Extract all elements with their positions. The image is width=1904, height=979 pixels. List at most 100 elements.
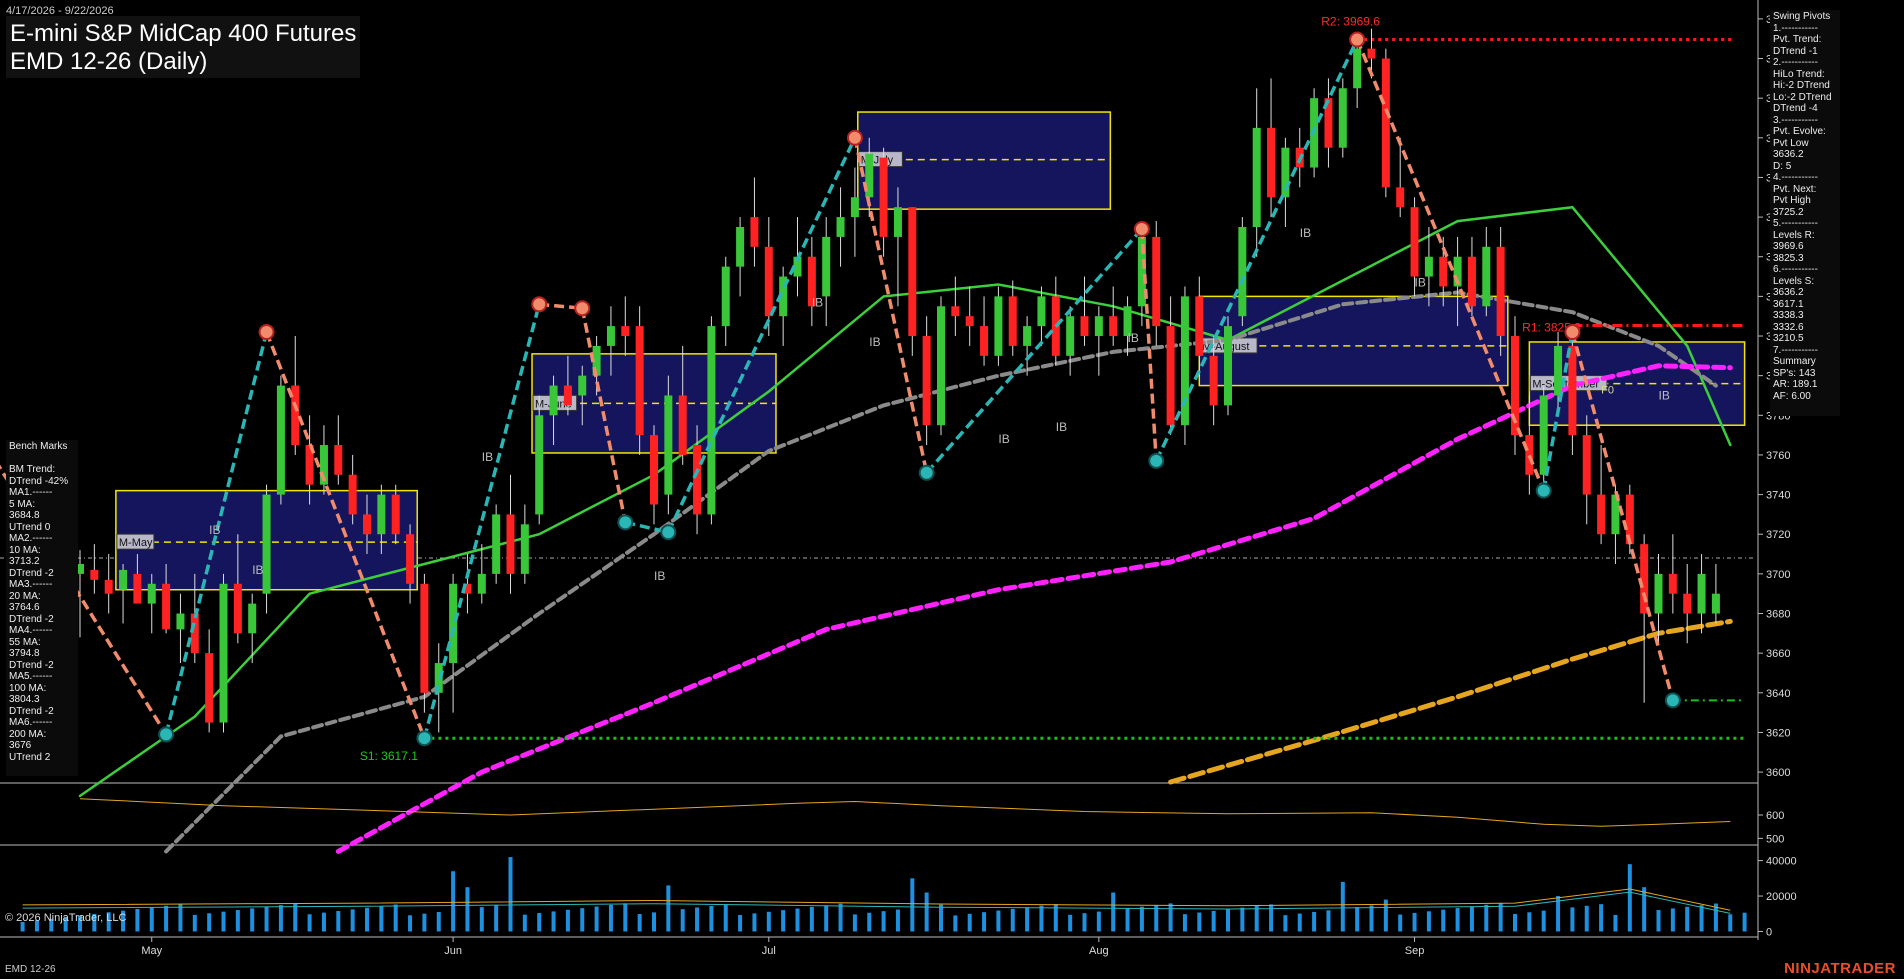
volume-bar — [465, 887, 470, 932]
swing-high-marker — [1349, 31, 1366, 48]
candle-body — [563, 385, 572, 406]
volume-bar — [235, 910, 240, 932]
volume-bar — [852, 914, 857, 932]
price-chart[interactable]: M-MayM-JuneM-JulyM-AugustM-September R2:… — [0, 0, 1904, 979]
volume-bar — [953, 915, 958, 932]
candle-body — [678, 395, 687, 455]
volume-bar — [1599, 904, 1604, 932]
candle-body — [879, 157, 888, 237]
bench-marks-panel: Bench Marks BM Trend: DTrend -42% MA1.----… — [6, 440, 78, 776]
x-tick-label: May — [141, 945, 162, 957]
bench-marks-panel-line: 3804.3 — [9, 694, 40, 705]
swing-high-marker — [846, 129, 863, 146]
swing-pivots-panel-line: Pvt Low — [1773, 137, 1809, 149]
volume-bar — [1096, 911, 1101, 932]
swing-pivots-panel-line: HiLo Trend: — [1773, 68, 1825, 80]
volume-bar — [494, 905, 499, 932]
candle-body — [1597, 494, 1606, 535]
volume-bar — [207, 913, 212, 932]
volume-bar — [278, 905, 283, 932]
volume-bar — [1254, 906, 1259, 932]
volume-bar — [451, 871, 456, 932]
volume-bar — [1226, 909, 1230, 932]
volume-bar — [321, 912, 326, 932]
swing-pivots-panel-line: DTrend -1 — [1773, 45, 1818, 57]
volume-bar — [1369, 905, 1374, 932]
bench-marks-panel-line: DTrend -2 — [9, 613, 54, 625]
volume-tick-label: 20000 — [1766, 891, 1797, 903]
candle-body — [937, 306, 945, 426]
candle-body — [104, 579, 113, 594]
volume-bar — [781, 910, 786, 932]
volume-bar — [1398, 914, 1403, 932]
candle-body — [850, 197, 859, 218]
volume-bar — [1426, 911, 1431, 932]
bench-marks-panel-line: 55 MA: — [9, 636, 41, 648]
candle-body — [133, 573, 142, 604]
volume-bar — [1441, 909, 1446, 932]
volume-bar — [1111, 892, 1116, 932]
instrument-footer: EMD 12-26 — [5, 964, 56, 975]
title-box: E-mini S&P MidCap 400 Futures EMD 12-26 … — [6, 16, 360, 78]
swing-pivots-panel-line: 7.----------- — [1773, 344, 1818, 356]
bench-marks-panel-line: 20 MA: — [9, 590, 41, 602]
x-tick-label: Jun — [444, 945, 462, 957]
candle-body — [822, 236, 831, 297]
volume-bar — [939, 904, 943, 932]
candle-body — [750, 217, 759, 247]
volume-bar — [1627, 864, 1632, 932]
bench-marks-panel-line: 3684.8 — [9, 510, 40, 521]
volume-bar — [608, 904, 613, 932]
swing-pivots-panel-line: 3332.6 — [1773, 321, 1804, 333]
session-label: M-May — [119, 537, 153, 549]
swing-low-marker — [416, 730, 433, 747]
volume-bar — [1312, 911, 1317, 932]
candle-body — [836, 217, 845, 237]
bench-marks-panel-line: DTrend -2 — [9, 659, 54, 671]
volume-bar — [379, 906, 384, 932]
candle-body — [334, 445, 343, 475]
candle-body — [578, 375, 587, 396]
volume-bar — [1082, 913, 1087, 932]
candle-body — [606, 326, 615, 346]
swing-low-marker — [617, 514, 634, 531]
candle-body — [492, 514, 501, 574]
candle-body — [1668, 573, 1677, 594]
swing-pivots-panel-line: 3636.2 — [1773, 287, 1804, 298]
volume-bar — [1498, 903, 1503, 932]
volume-bar — [1025, 907, 1030, 932]
bench-marks-panel-line: MA4.------ — [9, 625, 53, 636]
volume-bar — [1068, 914, 1073, 932]
volume-bar — [436, 912, 441, 932]
y-tick-label: 3720 — [1766, 529, 1790, 541]
volume-bar — [393, 904, 398, 932]
volume-bar — [408, 915, 413, 932]
candle-body — [1066, 316, 1075, 356]
s1-label: S1: 3617.1 — [360, 749, 418, 763]
candle-body — [535, 415, 544, 515]
volume-bar — [1211, 910, 1216, 932]
candle-body — [1152, 236, 1161, 327]
volume-bar — [1197, 912, 1202, 932]
candle-body — [119, 569, 128, 590]
bench-marks-panel-line: MA1.------ — [9, 487, 53, 498]
candle-body — [1195, 296, 1204, 356]
swing-pivots-panel-line: 4.----------- — [1773, 172, 1818, 183]
swing-pivots-panel-line: D: 5 — [1773, 160, 1792, 172]
y-tick-label: 3740 — [1766, 490, 1790, 502]
volume-bar — [1484, 904, 1489, 932]
bench-marks-panel-line: Bench Marks — [9, 441, 68, 452]
ib-marker: IB — [1128, 331, 1139, 345]
f0-marker: F0 — [1601, 385, 1614, 397]
swing-high-marker — [531, 296, 548, 313]
candle-body — [635, 326, 644, 436]
candle-body — [922, 336, 931, 426]
candle-body — [707, 326, 716, 515]
volume-bar — [924, 892, 929, 932]
bench-marks-panel-line: MA5.------ — [9, 671, 53, 682]
volume-bar — [738, 915, 743, 932]
bench-marks-panel-line: DTrend -2 — [9, 705, 54, 717]
volume-bar — [895, 909, 900, 932]
candle-body — [1467, 256, 1476, 307]
candle-body — [420, 583, 429, 693]
